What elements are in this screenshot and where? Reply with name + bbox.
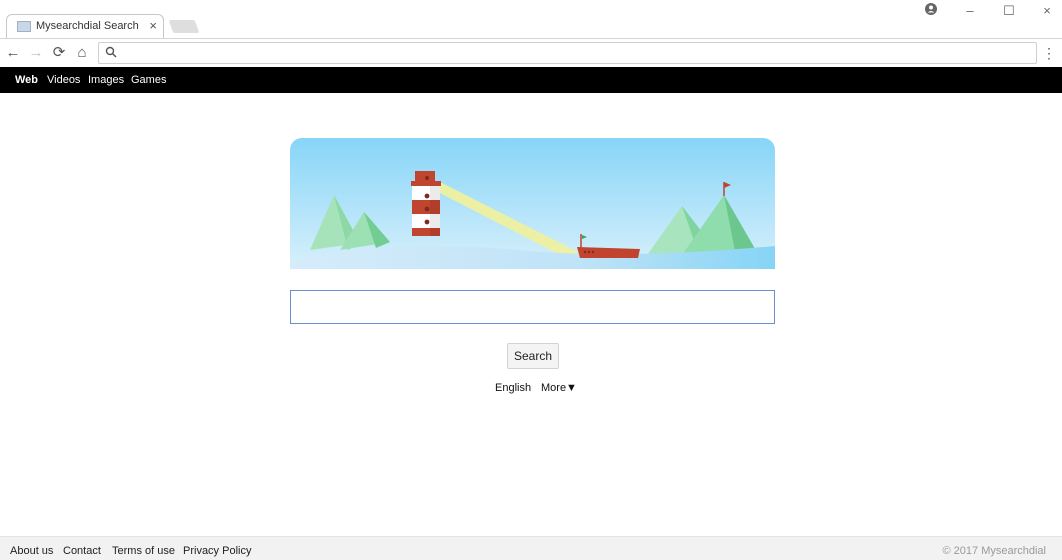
browser-tab[interactable]: Mysearchdial Search × xyxy=(6,14,164,38)
lighthouse-banner xyxy=(290,138,775,269)
footer-link-terms[interactable]: Terms of use xyxy=(112,545,175,557)
nav-games[interactable]: Games xyxy=(131,74,166,86)
home-icon[interactable]: ⌂ xyxy=(73,44,91,62)
lighthouse-illustration xyxy=(290,138,775,269)
nav-web[interactable]: Web xyxy=(15,74,38,86)
copyright-text: © 2017 Mysearchdial xyxy=(942,545,1047,557)
address-bar[interactable] xyxy=(98,42,1037,64)
search-box[interactable] xyxy=(290,290,775,324)
nav-videos[interactable]: Videos xyxy=(47,74,80,86)
footer-link-privacy[interactable]: Privacy Policy xyxy=(183,545,251,557)
footer-link-contact[interactable]: Contact xyxy=(63,545,101,557)
language-link[interactable]: English xyxy=(495,382,531,394)
footer-link-about[interactable]: About us xyxy=(10,545,53,557)
account-icon[interactable] xyxy=(921,3,941,18)
maximize-button[interactable]: ☐ xyxy=(999,3,1019,19)
more-dropdown[interactable]: More▼ xyxy=(541,382,577,394)
tab-strip: Mysearchdial Search × – ☐ × xyxy=(0,0,1062,38)
close-window-button[interactable]: × xyxy=(1037,3,1057,18)
new-tab-button[interactable] xyxy=(168,20,200,33)
favicon-icon xyxy=(17,21,31,32)
minimize-button[interactable]: – xyxy=(960,3,980,18)
address-input[interactable] xyxy=(123,45,1027,63)
search-input[interactable] xyxy=(291,291,774,323)
browser-toolbar: ← → ⟳ ⌂ ⋮ xyxy=(0,38,1062,67)
forward-arrow-icon[interactable]: → xyxy=(27,44,45,62)
reload-icon[interactable]: ⟳ xyxy=(50,44,68,62)
footer: About us Contact Terms of use Privacy Po… xyxy=(0,536,1062,560)
site-nav-bar: Web Videos Images Games xyxy=(0,67,1062,93)
tab-close-icon[interactable]: × xyxy=(149,18,157,33)
browser-menu-icon[interactable]: ⋮ xyxy=(1042,44,1056,62)
search-button[interactable]: Search xyxy=(507,343,559,369)
search-icon xyxy=(105,45,117,63)
nav-images[interactable]: Images xyxy=(88,74,124,86)
back-arrow-icon[interactable]: ← xyxy=(4,44,22,62)
tab-title: Mysearchdial Search xyxy=(36,20,139,32)
